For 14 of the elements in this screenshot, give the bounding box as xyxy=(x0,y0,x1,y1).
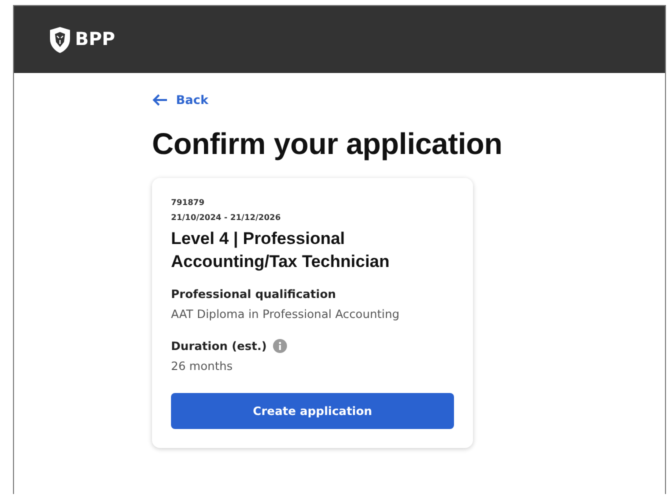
course-dates: 21/10/2024 - 21/12/2026 xyxy=(171,213,282,222)
create-application-button[interactable]: Create application xyxy=(171,393,454,429)
course-title: Level 4 | Professional Accounting/Tax Technician xyxy=(171,228,391,273)
field-label: Duration (est.) xyxy=(171,339,267,353)
back-arrow-icon xyxy=(152,94,168,106)
field-value: 26 months xyxy=(171,359,234,373)
field-label: Professional qualification xyxy=(171,287,336,301)
lion-shield-icon xyxy=(48,26,72,54)
info-icon[interactable] xyxy=(272,339,287,353)
course-code: 791879 xyxy=(171,198,206,207)
field-value: AAT Diploma in Professional Accounting xyxy=(171,307,400,321)
logo-text: BPP xyxy=(75,29,116,50)
back-link[interactable]: Back xyxy=(152,93,208,107)
page-title: Confirm your application xyxy=(152,128,504,162)
